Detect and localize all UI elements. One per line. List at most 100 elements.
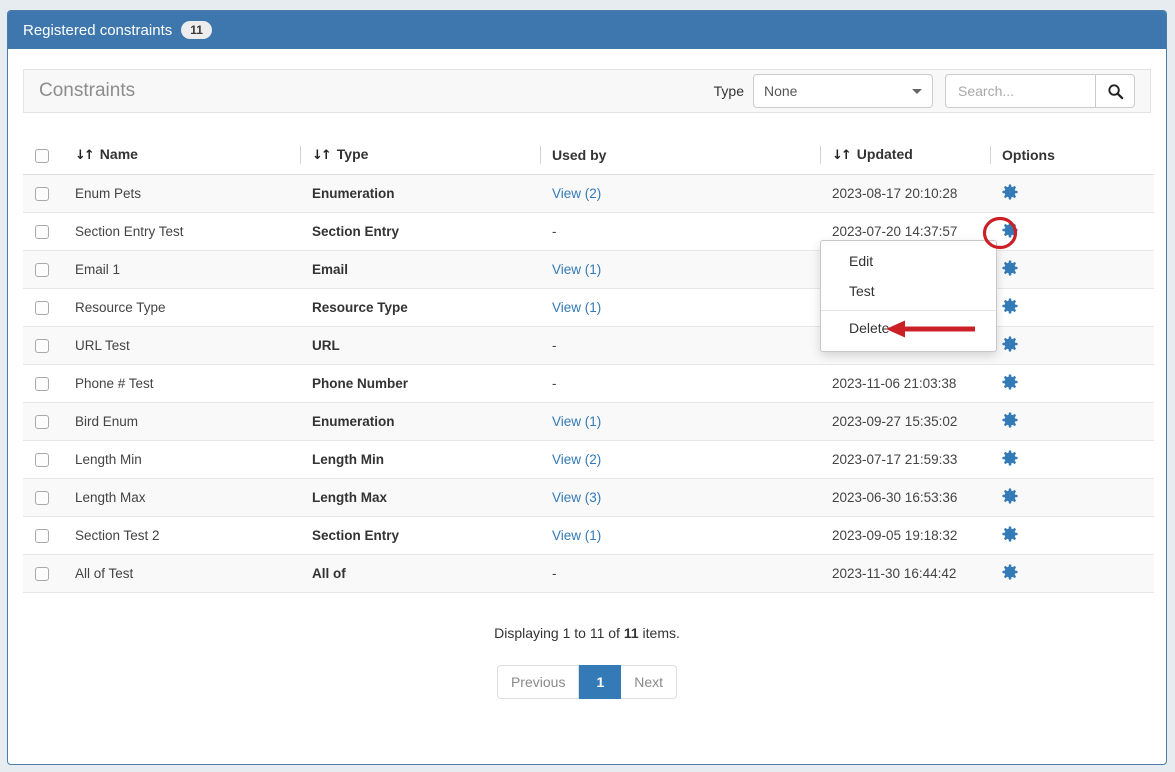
row-name: Resource Type xyxy=(63,288,300,326)
row-options-button[interactable] xyxy=(1002,412,1018,428)
row-checkbox[interactable] xyxy=(35,339,49,353)
type-filter-select[interactable]: None xyxy=(753,74,933,108)
row-updated: 2023-09-05 19:18:32 xyxy=(820,516,990,554)
used-by-link: - xyxy=(552,338,557,353)
row-name: Length Max xyxy=(63,478,300,516)
gear-icon xyxy=(1002,526,1018,542)
constraints-toolbar: Constraints Type None xyxy=(23,69,1151,113)
table-row: Length Min Length Min View (2) 2023-07-1… xyxy=(23,440,1154,478)
row-options-button[interactable] xyxy=(1002,184,1018,200)
row-options-button[interactable] xyxy=(1002,450,1018,466)
menu-item-delete[interactable]: Delete xyxy=(821,313,996,343)
sort-icon[interactable]: ↓↑ xyxy=(832,148,850,163)
row-type: Enumeration xyxy=(300,402,540,440)
row-name: Bird Enum xyxy=(63,402,300,440)
pagination-next-button[interactable]: Next xyxy=(621,665,677,699)
row-name: URL Test xyxy=(63,326,300,364)
column-header-name[interactable]: ↓↑Name xyxy=(63,136,300,174)
select-all-checkbox[interactable] xyxy=(35,149,49,163)
constraints-table: ↓↑Name ↓↑Type Used by ↓↑Updated Options xyxy=(23,136,1154,593)
row-checkbox[interactable] xyxy=(35,187,49,201)
column-header-updated[interactable]: ↓↑Updated xyxy=(820,136,990,174)
search-input[interactable] xyxy=(945,74,1095,108)
row-updated: 2023-07-17 21:59:33 xyxy=(820,440,990,478)
gear-icon xyxy=(1002,450,1018,466)
column-header-type[interactable]: ↓↑Type xyxy=(300,136,540,174)
used-by-link[interactable]: View (1) xyxy=(552,262,601,277)
row-checkbox[interactable] xyxy=(35,567,49,581)
row-options-button[interactable] xyxy=(1002,374,1018,390)
used-by-link: - xyxy=(552,224,557,239)
gear-icon xyxy=(1002,260,1018,276)
pagination-previous-button[interactable]: Previous xyxy=(497,665,579,699)
row-type: Phone Number xyxy=(300,364,540,402)
row-options-button[interactable] xyxy=(1002,526,1018,542)
type-filter-label: Type xyxy=(714,83,744,99)
used-by-link[interactable]: View (1) xyxy=(552,414,601,429)
row-name: All of Test xyxy=(63,554,300,592)
row-type: Length Min xyxy=(300,440,540,478)
row-type: Email xyxy=(300,250,540,288)
row-options-button[interactable] xyxy=(1002,222,1018,238)
used-by-link[interactable]: View (1) xyxy=(552,300,601,315)
menu-divider xyxy=(821,310,996,311)
menu-item-test[interactable]: Test xyxy=(821,276,996,306)
row-checkbox[interactable] xyxy=(35,529,49,543)
row-checkbox[interactable] xyxy=(35,377,49,391)
count-badge: 11 xyxy=(181,21,212,39)
row-name: Section Test 2 xyxy=(63,516,300,554)
row-type: URL xyxy=(300,326,540,364)
used-by-link[interactable]: View (3) xyxy=(552,490,601,505)
row-type: Section Entry xyxy=(300,516,540,554)
toolbar-title: Constraints xyxy=(39,80,135,102)
menu-item-edit[interactable]: Edit xyxy=(821,246,996,276)
row-name: Length Min xyxy=(63,440,300,478)
table-row: Section Test 2 Section Entry View (1) 20… xyxy=(23,516,1154,554)
table-row: Bird Enum Enumeration View (1) 2023-09-2… xyxy=(23,402,1154,440)
panel-heading: Registered constraints 11 xyxy=(8,11,1166,49)
row-name: Phone # Test xyxy=(63,364,300,402)
row-type: Section Entry xyxy=(300,212,540,250)
row-options-button[interactable] xyxy=(1002,298,1018,314)
row-options-button[interactable] xyxy=(1002,488,1018,504)
sort-icon[interactable]: ↓↑ xyxy=(312,148,330,163)
items-summary: Displaying 1 to 11 of 11 items. xyxy=(23,625,1151,641)
row-type: All of xyxy=(300,554,540,592)
gear-icon xyxy=(1002,336,1018,352)
row-checkbox[interactable] xyxy=(35,453,49,467)
search-button[interactable] xyxy=(1095,74,1135,108)
row-updated: 2023-06-30 16:53:36 xyxy=(820,478,990,516)
used-by-link[interactable]: View (1) xyxy=(552,528,601,543)
row-updated: 2023-08-17 20:10:28 xyxy=(820,174,990,212)
column-header-options: Options xyxy=(990,136,1154,174)
table-row: Enum Pets Enumeration View (2) 2023-08-1… xyxy=(23,174,1154,212)
row-updated: 2023-11-06 21:03:38 xyxy=(820,364,990,402)
row-checkbox[interactable] xyxy=(35,263,49,277)
row-updated: 2023-11-30 16:44:42 xyxy=(820,554,990,592)
gear-icon xyxy=(1002,222,1018,238)
pagination-page-1-button[interactable]: 1 xyxy=(579,665,621,699)
used-by-link[interactable]: View (2) xyxy=(552,452,601,467)
table-header-row: ↓↑Name ↓↑Type Used by ↓↑Updated Options xyxy=(23,136,1154,174)
row-name: Section Entry Test xyxy=(63,212,300,250)
column-header-used-by: Used by xyxy=(540,136,820,174)
row-checkbox[interactable] xyxy=(35,491,49,505)
row-checkbox[interactable] xyxy=(35,225,49,239)
row-checkbox[interactable] xyxy=(35,415,49,429)
used-by-link: - xyxy=(552,376,557,391)
row-options-button[interactable] xyxy=(1002,336,1018,352)
row-type: Resource Type xyxy=(300,288,540,326)
row-name: Enum Pets xyxy=(63,174,300,212)
chevron-down-icon xyxy=(912,89,922,94)
table-row: All of Test All of - 2023-11-30 16:44:42 xyxy=(23,554,1154,592)
used-by-link[interactable]: View (2) xyxy=(552,186,601,201)
gear-icon xyxy=(1002,298,1018,314)
gear-icon xyxy=(1002,412,1018,428)
row-type: Enumeration xyxy=(300,174,540,212)
sort-icon[interactable]: ↓↑ xyxy=(75,148,93,163)
panel-title: Registered constraints xyxy=(23,22,172,39)
row-options-button[interactable] xyxy=(1002,260,1018,276)
table-body: Enum Pets Enumeration View (2) 2023-08-1… xyxy=(23,174,1154,592)
row-options-button[interactable] xyxy=(1002,564,1018,580)
row-checkbox[interactable] xyxy=(35,301,49,315)
